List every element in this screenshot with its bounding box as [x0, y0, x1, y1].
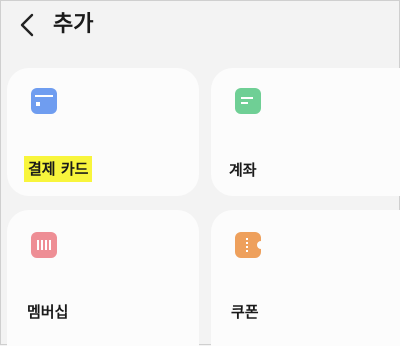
add-payment-card[interactable]: 결제 카드	[7, 68, 199, 196]
add-account-card[interactable]: 계좌	[211, 68, 400, 196]
card-label: 계좌	[229, 161, 257, 179]
add-membership-card[interactable]: 멤버십	[7, 210, 199, 346]
card-label: 쿠폰	[231, 303, 259, 321]
back-button[interactable]	[17, 12, 39, 38]
ticket-icon	[235, 232, 261, 258]
card-icon	[31, 88, 57, 114]
add-coupon-card[interactable]: 쿠폰	[211, 210, 400, 346]
card-label: 멤버십	[27, 303, 69, 321]
header: 추가	[1, 1, 400, 51]
account-icon	[235, 88, 261, 114]
chevron-left-icon	[20, 13, 34, 37]
card-label: 결제 카드	[24, 156, 93, 182]
page-title: 추가	[53, 12, 94, 37]
barcode-icon	[31, 232, 57, 258]
